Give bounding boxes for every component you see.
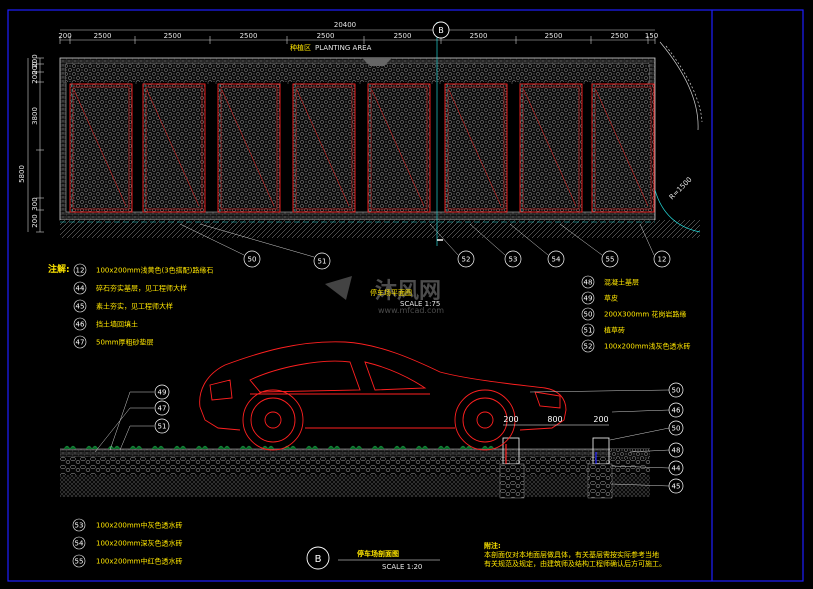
section-callout-number: 48 xyxy=(672,447,681,455)
note-text: 100x200mm深灰色透水砖 xyxy=(96,539,183,548)
parking-bay xyxy=(217,83,281,213)
section-callout-number: 45 xyxy=(672,483,681,491)
top-dim-label: 2500 xyxy=(545,32,563,40)
section-callout-number: 50 xyxy=(672,425,681,433)
gravel-layer xyxy=(60,457,650,475)
note-text: 50mm厚粗砂垫层 xyxy=(96,338,154,347)
left-dim-label: 200 xyxy=(31,70,39,83)
remark-heading: 附注: xyxy=(484,541,501,550)
note-number: 51 xyxy=(584,327,593,335)
note-text: 植草砖 xyxy=(604,326,625,335)
paving-layer xyxy=(60,449,650,457)
top-dim-label: 150 xyxy=(645,32,658,40)
note-text: 100x200mm中灰色透水砖 xyxy=(96,521,183,530)
note-text: 素土夯实，见工程师大样 xyxy=(96,302,173,311)
section-callout-number: 46 xyxy=(672,407,681,415)
plan-scale: SCALE 1:75 xyxy=(400,300,440,308)
note-text: 100x200mm中红色透水砖 xyxy=(96,557,183,566)
section-marker-top-label: B xyxy=(438,26,444,35)
note-number: 49 xyxy=(584,295,593,303)
top-dim-label: 200 xyxy=(58,32,71,40)
plan-callout-number: 51 xyxy=(318,258,327,266)
note-number: 48 xyxy=(584,279,593,287)
note-text: 200X300mm 花岗岩路缘 xyxy=(604,310,686,319)
note-number: 46 xyxy=(76,321,85,329)
note-text: 碎石夯实基层，见工程师大样 xyxy=(96,284,187,293)
note-number: 45 xyxy=(76,303,85,311)
top-dim-label: 2500 xyxy=(470,32,488,40)
remark-line-1: 本剖面仅对本地面层做具体，有关基层需按实际参考当地 xyxy=(484,550,659,559)
plan-callout-number: 54 xyxy=(552,256,561,264)
top-dim-label: 2500 xyxy=(317,32,335,40)
parking-bay xyxy=(519,83,583,213)
section-callout-number: 47 xyxy=(158,405,167,413)
section-callout-number: 49 xyxy=(158,389,167,397)
parking-bay xyxy=(591,83,655,213)
remark-line-2: 有关规范及规定，由建筑师及结构工程师确认后方可施工。 xyxy=(484,559,666,568)
section-callout-number: 50 xyxy=(672,387,681,395)
note-number: 55 xyxy=(75,558,84,566)
section-dim-curb-right: 200 xyxy=(593,415,608,424)
overall-dim-label: 20400 xyxy=(334,21,356,29)
top-dim-label: 2500 xyxy=(94,32,112,40)
parking-bay xyxy=(142,83,206,213)
soil-layer xyxy=(60,475,650,497)
parking-bay xyxy=(69,83,133,213)
top-dim-label: 2500 xyxy=(164,32,182,40)
note-number: 47 xyxy=(76,339,85,347)
section-callout-number: 44 xyxy=(672,465,681,473)
left-dim-label: 200 xyxy=(31,214,39,227)
left-dim-label: 5800 xyxy=(18,165,26,183)
planting-area-label-cn: 种植区 xyxy=(290,43,311,52)
plan-callout-number: 53 xyxy=(509,256,518,264)
parking-plan: 20400 200 2500 2500 2500 2500 2500 2500 2500 250… xyxy=(18,21,703,270)
section-scale: SCALE 1:20 xyxy=(382,563,422,571)
cad-drawing: 20400 200 2500 2500 2500 2500 2500 2500 2500 250… xyxy=(0,0,813,589)
note-number: 50 xyxy=(584,311,593,319)
section-dim-gap: 800 xyxy=(547,415,562,424)
section-callout-number: 51 xyxy=(158,423,167,431)
section-marker-bottom-label: B xyxy=(315,554,322,565)
note-text: 100x200mm浅灰色透水砖 xyxy=(604,342,691,351)
planting-area-label-en: PLANTING AREA xyxy=(315,44,372,52)
left-dim-label: 300 xyxy=(31,197,39,210)
section-title: 停车场剖面图 xyxy=(357,549,399,558)
note-number: 12 xyxy=(76,267,85,275)
note-text: 混凝土基层 xyxy=(604,278,639,287)
plan-callout-number: 50 xyxy=(248,256,257,264)
top-dim-label: 2500 xyxy=(394,32,412,40)
note-text: 挡土墙回填土 xyxy=(96,320,138,329)
notes-heading: 注解: xyxy=(48,263,70,275)
note-number: 54 xyxy=(75,540,84,548)
plan-callout-number: 12 xyxy=(658,256,667,264)
note-text: 100x200mm浅黄色(3色搭配)路缘石 xyxy=(96,266,213,275)
plan-callout-number: 52 xyxy=(462,256,471,264)
note-text: 草皮 xyxy=(604,294,618,303)
parking-bay xyxy=(367,83,431,213)
note-number: 52 xyxy=(584,343,593,351)
plan-callout-number: 55 xyxy=(606,256,615,264)
top-dim-label: 2500 xyxy=(611,32,629,40)
parking-bay xyxy=(444,83,508,213)
note-number: 44 xyxy=(76,285,85,293)
note-number: 53 xyxy=(75,522,84,530)
top-dim-label: 2500 xyxy=(240,32,258,40)
left-dim-label: 3800 xyxy=(31,107,39,125)
section-dim-curb-left: 200 xyxy=(503,415,518,424)
plan-title: 停车场平面图 xyxy=(370,288,412,297)
parking-bay xyxy=(292,83,356,213)
